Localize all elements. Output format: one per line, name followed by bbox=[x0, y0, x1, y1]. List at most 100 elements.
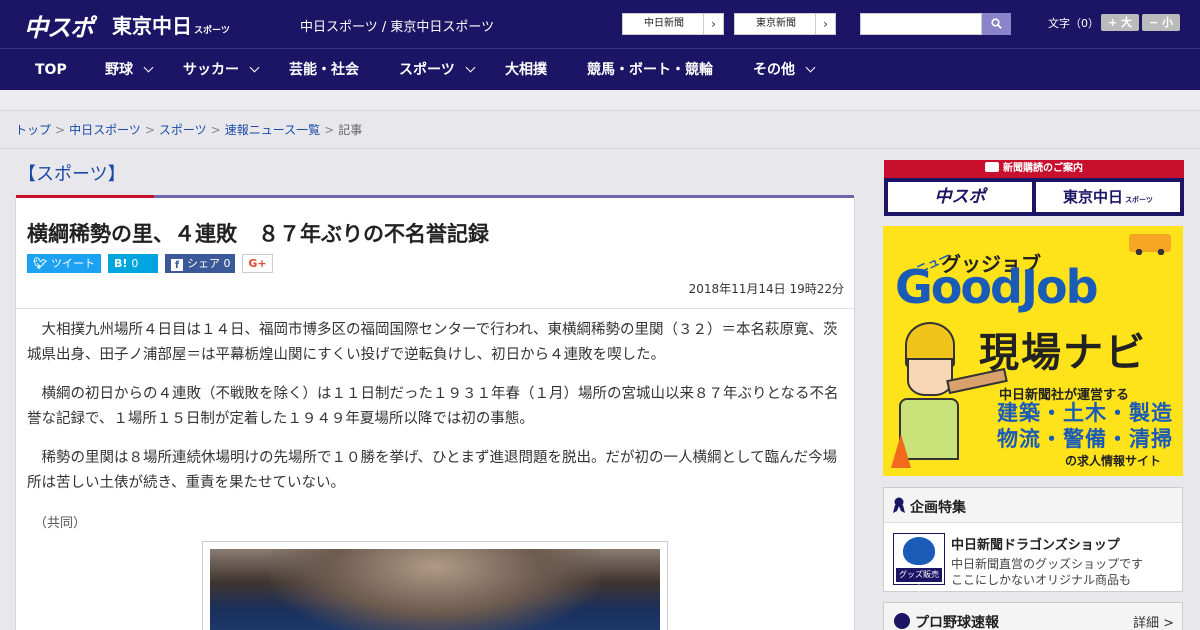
goodjob-ad-banner[interactable]: ニュー グッジョブ GoodJob 現場ナビ 中日新聞社が運営する 建築・土木・… bbox=[883, 226, 1183, 476]
breadcrumb-top[interactable]: トップ bbox=[15, 123, 51, 137]
nav-item-other[interactable]: その他 bbox=[753, 49, 816, 91]
site-name-links[interactable]: 中日スポーツ / 東京中日スポーツ bbox=[300, 16, 494, 35]
section-title: 【スポーツ】 bbox=[18, 164, 126, 185]
nav-label: スポーツ bbox=[399, 62, 455, 78]
dragons-shop-thumbnail[interactable]: グッズ販売中 bbox=[893, 533, 945, 593]
goodjob-logo: GoodJob bbox=[895, 260, 1099, 314]
article-datetime: 2018年11月14日 19時22分 bbox=[688, 282, 844, 296]
feature-heading: 企画特集 bbox=[910, 500, 966, 516]
hatena-bookmark-button[interactable]: B! 0 bbox=[108, 254, 158, 273]
nav-label: その他 bbox=[753, 62, 795, 78]
feature-box: 企画特集 グッズ販売中 中日新聞ドラゴンズショップ 中日新聞直営のグッズショップ… bbox=[883, 487, 1183, 593]
article-paragraph: 大相撲九州場所４日目は１４日、福岡市博多区の福岡国際センターで行われ、東横綱稀勢… bbox=[27, 322, 838, 363]
tweet-label: ツイート bbox=[50, 257, 95, 270]
breadcrumb: トップ > 中日スポーツ > スポーツ > 速報ニュース一覧 > 記事 bbox=[15, 121, 362, 138]
tile-small: スポーツ bbox=[1125, 196, 1153, 204]
tokyo-shimbun-link[interactable]: 東京新聞 › bbox=[734, 13, 836, 35]
search-input[interactable] bbox=[860, 13, 982, 35]
main-nav: TOP 野球 サッカー 芸能・社会 スポーツ 大相撲 競馬・ボート・競輪 その他 bbox=[0, 48, 1200, 90]
worker-face-icon bbox=[907, 358, 953, 396]
nav-item-soccer[interactable]: サッカー bbox=[183, 49, 260, 91]
nav-label: 芸能・社会 bbox=[289, 62, 359, 78]
hatena-count: 0 bbox=[131, 257, 139, 270]
chuspo-logo[interactable]: 中スポ bbox=[24, 8, 94, 43]
chunichi-shimbun-label: 中日新聞 bbox=[644, 18, 684, 29]
chunichi-shimbun-link[interactable]: 中日新聞 › bbox=[622, 13, 724, 35]
goodjob-job-types: 建築・土木・製造 物流・警備・清掃 bbox=[997, 400, 1173, 452]
feature-box-header: 企画特集 bbox=[884, 488, 1182, 523]
facebook-icon: f bbox=[171, 259, 183, 271]
font-larger-button[interactable]: + 大 bbox=[1101, 14, 1139, 31]
subscription-promo[interactable]: 新聞購読のご案内 中スポ 東京中日 スポーツ bbox=[884, 160, 1184, 216]
chuspo-subscribe-tile[interactable]: 中スポ bbox=[888, 182, 1032, 212]
breadcrumb-separator: > bbox=[210, 123, 221, 137]
nav-item-baseball[interactable]: 野球 bbox=[105, 49, 154, 91]
nav-label: 競馬・ボート・競輪 bbox=[587, 62, 713, 78]
article-headline: 横綱稀勢の里、４連敗 ８７年ぶりの不名誉記録 bbox=[27, 222, 489, 246]
nav-label: サッカー bbox=[183, 62, 239, 78]
tokyo-chunichi-logo[interactable]: 東京中日 スポーツ bbox=[112, 10, 230, 39]
goodjob-jobs-line: 建築・土木・製造 bbox=[997, 401, 1173, 425]
sub-band bbox=[0, 90, 1200, 111]
nav-label: 大相撲 bbox=[505, 62, 547, 78]
facebook-share-button[interactable]: f シェア 0 bbox=[165, 254, 235, 273]
pro-baseball-header: プロ野球速報 詳細 > bbox=[883, 602, 1183, 630]
tokyo-chunichi-subscribe-tile[interactable]: 東京中日 スポーツ bbox=[1036, 182, 1180, 212]
breadcrumb-sports[interactable]: スポーツ bbox=[159, 123, 207, 137]
breadcrumb-chunichi-sports[interactable]: 中日スポーツ bbox=[69, 123, 141, 137]
tokyo-logo-small: スポーツ bbox=[194, 26, 230, 36]
chevron-down-icon bbox=[805, 62, 816, 73]
article-photo-frame bbox=[202, 541, 668, 630]
tokyo-shimbun-label: 東京新聞 bbox=[756, 18, 796, 29]
nav-item-sports[interactable]: スポーツ bbox=[399, 49, 476, 91]
hatena-icon: B! bbox=[114, 257, 128, 270]
article: 横綱稀勢の里、４連敗 ８７年ぶりの不名誉記録 🐦︎ ツイート B! 0 f シェア 0… bbox=[15, 198, 855, 630]
breadcrumb-divider bbox=[0, 148, 1200, 149]
nav-item-top[interactable]: TOP bbox=[35, 49, 67, 91]
pro-baseball-heading: プロ野球速報 bbox=[915, 615, 999, 630]
article-photo[interactable] bbox=[210, 549, 660, 630]
article-credit: （共同） bbox=[34, 516, 87, 531]
nav-label: 野球 bbox=[105, 62, 133, 78]
article-divider bbox=[16, 308, 854, 309]
font-smaller-button[interactable]: − 小 bbox=[1142, 14, 1180, 31]
tweet-button[interactable]: 🐦︎ ツイート bbox=[27, 254, 101, 273]
goodjob-jobs-line: 物流・警備・清掃 bbox=[997, 427, 1173, 451]
nav-label: TOP bbox=[35, 62, 67, 78]
chevron-down-icon bbox=[249, 62, 260, 73]
font-size-label: 文字（0） bbox=[1048, 17, 1099, 30]
baseball-details-link[interactable]: 詳細 > bbox=[1133, 612, 1174, 630]
tile-label: 東京中日 bbox=[1063, 188, 1124, 206]
breadcrumb-current: 記事 bbox=[338, 123, 363, 137]
breadcrumb-news-list[interactable]: 速報ニュース一覧 bbox=[225, 123, 320, 137]
traffic-cone-icon bbox=[891, 434, 911, 468]
truck-icon bbox=[1129, 234, 1171, 255]
nav-item-racing[interactable]: 競馬・ボート・競輪 bbox=[587, 49, 713, 91]
google-plus-button[interactable]: G+ bbox=[242, 254, 273, 273]
mail-icon bbox=[985, 162, 999, 172]
article-body: 大相撲九州場所４日目は１４日、福岡市博多区の福岡国際センターで行われ、東横綱稀勢… bbox=[27, 318, 845, 510]
description-line: ここにしかないオリジナル商品も bbox=[951, 573, 1132, 587]
search-icon bbox=[991, 18, 1002, 29]
nav-item-entertainment[interactable]: 芸能・社会 bbox=[289, 49, 359, 91]
ribbon-badge-icon bbox=[893, 497, 905, 513]
dragons-shop-title[interactable]: 中日新聞ドラゴンズショップ bbox=[951, 534, 1120, 553]
nav-item-sumo[interactable]: 大相撲 bbox=[505, 49, 547, 91]
description-line: 中日新聞直営のグッズショップです bbox=[951, 557, 1144, 571]
breadcrumb-separator: > bbox=[144, 123, 155, 137]
subscription-promo-title: 新聞購読のご案内 bbox=[1003, 163, 1083, 174]
facebook-share-label: シェア bbox=[187, 257, 220, 270]
baseball-icon bbox=[894, 613, 910, 629]
goods-sale-caption: グッズ販売中 bbox=[896, 568, 942, 593]
article-paragraph: 稀勢の里関は８場所連続休場明けの先場所で１０勝を挙げ、ひとまず進退問題を脱出。だ… bbox=[27, 450, 838, 491]
goodjob-title: 現場ナビ bbox=[979, 330, 1147, 376]
twitter-icon: 🐦︎ bbox=[33, 257, 47, 270]
subscription-promo-header: 新聞購読のご案内 bbox=[884, 160, 1184, 178]
chevron-right-icon: › bbox=[703, 14, 723, 34]
dragons-shop-description: 中日新聞直営のグッズショップです ここにしかないオリジナル商品も bbox=[951, 556, 1143, 588]
chevron-down-icon bbox=[143, 62, 154, 73]
breadcrumb-separator: > bbox=[324, 123, 335, 137]
article-paragraph: 横綱の初日からの４連敗（不戦敗を除く）は１１日制だった１９３１年春（１月）場所の… bbox=[27, 386, 839, 427]
search-button[interactable] bbox=[982, 13, 1011, 35]
goodjob-footer: の求人情報サイト bbox=[1065, 454, 1162, 468]
